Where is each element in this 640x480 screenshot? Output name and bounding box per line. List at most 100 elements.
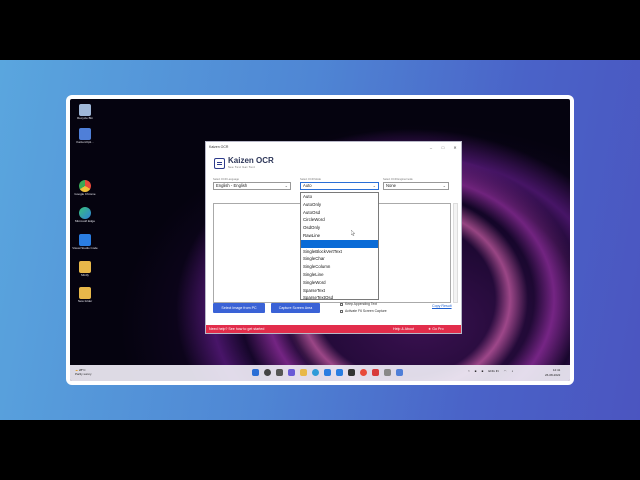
language-value: English - English bbox=[216, 183, 248, 188]
chevron-up-icon[interactable]: ˄ bbox=[468, 369, 470, 373]
select-image-button[interactable]: Select Image from PC bbox=[213, 303, 265, 313]
activate-f6-label: Activate F6 Screen Capture bbox=[345, 309, 387, 313]
mode-option[interactable] bbox=[301, 239, 378, 248]
checkbox-box bbox=[340, 309, 343, 313]
desktop-icon-chrome[interactable]: Google Chrome bbox=[70, 180, 100, 197]
volume-icon[interactable]: ◖ bbox=[511, 369, 513, 373]
language-label: Select OCR Language bbox=[213, 178, 239, 181]
desktop-icon-label: Visual Studio Code bbox=[72, 246, 98, 250]
mode-value: Auto bbox=[303, 183, 312, 188]
brand-name: Kaizen OCR bbox=[228, 156, 274, 165]
system-tray: ˄ ■ ■ ENG IN ◠ ◖ bbox=[468, 369, 513, 373]
store-icon[interactable] bbox=[324, 369, 331, 376]
date: 26-08-2022 bbox=[545, 372, 561, 377]
task-view-icon[interactable] bbox=[276, 369, 283, 376]
mode-option[interactable]: SingleWord bbox=[301, 279, 378, 287]
chrome-taskbar-icon[interactable] bbox=[360, 369, 367, 376]
wifi-icon[interactable]: ◠ bbox=[504, 369, 507, 373]
maximize-icon[interactable]: □ bbox=[437, 145, 449, 150]
mode-option[interactable]: SparseTextOsd bbox=[301, 294, 378, 302]
clock[interactable]: 12:41 26-08-2022 bbox=[545, 368, 560, 377]
star-icon: ★ bbox=[428, 327, 432, 331]
mode-option[interactable]: AutoOsd bbox=[301, 209, 378, 217]
weather-text: Partly sunny bbox=[75, 372, 92, 376]
desktop-icon-label: KaizenOpti... bbox=[76, 140, 94, 144]
help-about-link[interactable]: Help & About bbox=[393, 325, 414, 333]
activate-f6-checkbox[interactable]: Activate F6 Screen Capture bbox=[340, 309, 387, 313]
footer-bar: Need help? See how to get started Help &… bbox=[206, 325, 461, 333]
result-scrollbar[interactable] bbox=[453, 203, 458, 303]
desktop-icon-label: Google Chrome bbox=[74, 192, 96, 196]
terminal-icon[interactable] bbox=[348, 369, 355, 376]
mode-option[interactable]: RawLine bbox=[301, 232, 378, 240]
engine-value: None bbox=[386, 183, 397, 188]
video-frame: Recycle Bin KaizenOpti... Google Chrome … bbox=[0, 0, 640, 480]
settings-icon[interactable] bbox=[384, 369, 391, 376]
engine-select[interactable]: None ⌄ bbox=[383, 182, 449, 190]
weather-widget[interactable]: ☁ 28°C Partly sunny bbox=[75, 368, 92, 376]
help-link[interactable]: Need help? See how to get started bbox=[209, 327, 264, 331]
desktop-icon-kaizen[interactable]: KaizenOpti... bbox=[70, 128, 100, 145]
brand: Kaizen OCR See Text Get Text bbox=[214, 157, 274, 169]
mode-option[interactable]: SingleColumn bbox=[301, 263, 378, 271]
mode-option[interactable]: Auto bbox=[301, 193, 378, 201]
keep-appending-label: Keep Appending Text bbox=[345, 302, 377, 306]
capture-screen-button[interactable]: Capture Screen Area bbox=[271, 303, 320, 313]
mode-option[interactable]: SingleLine bbox=[301, 271, 378, 279]
kaizen-ocr-window: Kaizen OCR – □ ✕ Kaizen OCR See Text Get… bbox=[205, 141, 462, 334]
go-pro-link[interactable]: ★ Go Pro bbox=[428, 325, 444, 333]
vscode-taskbar-icon[interactable] bbox=[336, 369, 343, 376]
chat-icon[interactable] bbox=[288, 369, 295, 376]
desktop-icon-label: Microsoft Edge bbox=[74, 219, 95, 223]
edge-taskbar-icon[interactable] bbox=[312, 369, 319, 376]
scan-logo-icon bbox=[214, 157, 225, 169]
desktop-icon-edge[interactable]: Microsoft Edge bbox=[70, 207, 100, 224]
desktop-icon-vscode[interactable]: Visual Studio Code bbox=[70, 234, 100, 251]
app-tray-icon[interactable]: ■ bbox=[482, 369, 484, 373]
file-explorer-icon[interactable] bbox=[300, 369, 307, 376]
title-bar: Kaizen OCR – □ ✕ bbox=[206, 142, 461, 152]
chrome-icon bbox=[79, 180, 91, 192]
desktop-icon-recycle-bin[interactable]: Recycle Bin bbox=[70, 104, 100, 121]
desktop: Recycle Bin KaizenOpti... Google Chrome … bbox=[70, 99, 570, 381]
mode-option[interactable]: SparseText bbox=[301, 287, 378, 295]
mode-dropdown-list: Auto AutoOnly AutoOsd CircleWord OsdOnly RawL… bbox=[300, 192, 379, 300]
close-icon[interactable]: ✕ bbox=[449, 145, 461, 150]
mode-label: Select OCR Mode bbox=[300, 178, 321, 181]
desktop-icon-label: New folder bbox=[77, 299, 93, 303]
mouse-cursor-icon bbox=[351, 230, 356, 236]
chevron-down-icon: ⌄ bbox=[442, 183, 446, 188]
time: 12:41 bbox=[552, 368, 561, 372]
desktop-icon-label: Recycle Bin bbox=[77, 116, 93, 120]
app-tray-icon[interactable]: ■ bbox=[475, 369, 477, 373]
desktop-icon-minify[interactable]: Minify bbox=[70, 261, 100, 278]
kaizen-taskbar-icon[interactable] bbox=[396, 369, 403, 376]
kaizen-app-icon bbox=[79, 128, 91, 140]
checkbox-box bbox=[340, 302, 343, 306]
language-indicator[interactable]: ENG IN bbox=[488, 369, 498, 373]
search-icon[interactable] bbox=[264, 369, 271, 376]
desktop-icon-label: Minify bbox=[81, 273, 89, 277]
brand-tagline: See Text Get Text bbox=[228, 165, 256, 169]
mode-option[interactable]: SingleChar bbox=[301, 255, 378, 263]
app-taskbar-icon[interactable] bbox=[372, 369, 379, 376]
recycle-bin-icon bbox=[79, 104, 91, 116]
minimize-icon[interactable]: – bbox=[425, 145, 437, 150]
keep-appending-checkbox[interactable]: Keep Appending Text bbox=[340, 302, 377, 306]
engine-label: Select OCR Engine/mode bbox=[383, 178, 413, 181]
folder-icon bbox=[79, 287, 91, 299]
start-icon[interactable] bbox=[252, 369, 259, 376]
go-pro-label: Go Pro bbox=[432, 327, 444, 331]
chevron-down-icon: ⌄ bbox=[284, 183, 288, 188]
edge-icon bbox=[79, 207, 91, 219]
mode-option[interactable]: SingleBlockVertText bbox=[301, 248, 378, 256]
mode-option[interactable]: OsdOnly bbox=[301, 224, 378, 232]
language-select[interactable]: English - English ⌄ bbox=[213, 182, 291, 190]
mode-option[interactable]: CircleWord bbox=[301, 216, 378, 224]
monitor-frame: Recycle Bin KaizenOpti... Google Chrome … bbox=[66, 95, 574, 385]
mode-option[interactable]: AutoOnly bbox=[301, 201, 378, 209]
desktop-icon-new-folder[interactable]: New folder bbox=[70, 287, 100, 304]
window-title: Kaizen OCR bbox=[209, 145, 229, 149]
mode-select[interactable]: Auto ⌄ bbox=[300, 182, 379, 190]
copy-result-link[interactable]: Copy Result bbox=[432, 304, 452, 308]
